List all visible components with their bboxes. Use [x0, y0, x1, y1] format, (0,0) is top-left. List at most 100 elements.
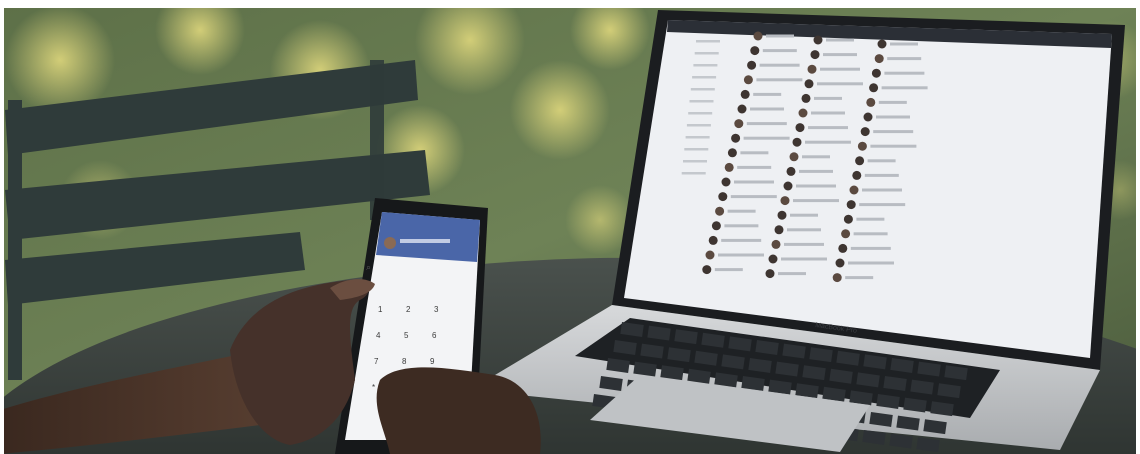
contact-name-placeholder: [750, 107, 784, 111]
contact-avatar: [740, 89, 750, 99]
contact-avatar: [727, 148, 737, 158]
contact-name-placeholder: [864, 173, 899, 177]
contact-name-placeholder: [850, 246, 891, 250]
contact-avatar: [860, 127, 870, 137]
contact-name-placeholder: [796, 184, 836, 188]
contact-avatar: [743, 75, 753, 85]
contact-avatar: [801, 93, 811, 103]
contact-name-placeholder: [799, 169, 833, 173]
contact-avatar: [721, 177, 731, 187]
contact-avatar: [857, 141, 867, 151]
contact-name-placeholder: [817, 82, 863, 86]
photo-scene: MacBook Pro ⌕ 123456789*0#: [0, 0, 1140, 454]
contact-avatar: [832, 273, 842, 283]
contact-avatar: [715, 206, 725, 216]
contact-name-placeholder: [781, 257, 827, 261]
contact-avatar: [737, 104, 747, 114]
dial-key: 4: [376, 331, 381, 340]
contact-avatar: [750, 46, 760, 56]
contact-name-placeholder: [873, 130, 914, 134]
contact-name-placeholder: [737, 165, 772, 169]
contact-avatar: [863, 112, 873, 122]
contact-avatar: [846, 200, 856, 210]
contact-name-placeholder: [730, 195, 777, 199]
contact-avatar: [869, 83, 879, 93]
contact-avatar: [810, 50, 820, 60]
contact-name-placeholder: [878, 100, 907, 104]
contact-avatar: [783, 181, 793, 191]
dial-key: 3: [434, 305, 439, 314]
contact-avatar: [877, 39, 887, 49]
contact-name-placeholder: [820, 67, 860, 71]
contact-avatar: [795, 123, 805, 133]
contact-avatar: [771, 239, 781, 249]
sidebar-placeholder: [684, 148, 709, 151]
sidebar-placeholder: [681, 172, 706, 175]
contact-avatar: [731, 133, 741, 143]
sidebar-placeholder: [693, 64, 718, 67]
sidebar-placeholder: [689, 100, 714, 103]
contact-avatar: [855, 156, 865, 166]
sidebar-placeholder: [694, 52, 719, 55]
contact-avatar: [874, 54, 884, 64]
contact-avatar: [734, 119, 744, 129]
sidebar-placeholder: [692, 76, 717, 79]
contact-name-placeholder: [881, 86, 928, 90]
contact-avatar: [753, 31, 763, 41]
contact-name-placeholder: [811, 111, 845, 115]
contact-name-placeholder: [890, 42, 918, 46]
contact-name-placeholder: [845, 276, 874, 280]
frame-right: [1136, 0, 1140, 454]
contact-name-placeholder: [759, 63, 800, 67]
contact-avatar: [838, 243, 848, 253]
contact-name-placeholder: [762, 49, 797, 53]
contact-avatar: [711, 221, 721, 231]
contact-name-placeholder: [876, 115, 910, 119]
dial-key: 7: [374, 357, 379, 366]
contact-avatar: [747, 60, 757, 70]
contact-name-placeholder: [867, 159, 896, 163]
contact-name-placeholder: [740, 151, 769, 155]
contact-avatar: [792, 137, 802, 147]
contact-name-placeholder: [721, 238, 762, 242]
dial-key: 8: [402, 357, 407, 366]
contact-name-placeholder: [756, 78, 803, 82]
contact-name-placeholder: [790, 213, 818, 217]
sidebar-placeholder: [688, 112, 713, 115]
search-icon: ⌕: [366, 262, 371, 272]
contact-name-placeholder: [714, 268, 743, 272]
contact-avatar: [786, 166, 796, 176]
contact-avatar: [804, 79, 814, 89]
contact-avatar: [871, 68, 881, 78]
contact-avatar: [813, 35, 823, 45]
sidebar-placeholder: [683, 160, 707, 163]
contact-avatar: [780, 196, 790, 206]
contact-name-placeholder: [808, 126, 848, 130]
contact-name-placeholder: [887, 57, 922, 61]
contact-avatar: [841, 229, 851, 239]
contact-name-placeholder: [826, 38, 854, 42]
dial-key: 9: [430, 357, 435, 366]
dial-key: 5: [404, 331, 409, 340]
contact-name-placeholder: [724, 224, 759, 228]
contact-avatar: [798, 108, 808, 118]
sidebar-placeholder: [696, 40, 720, 43]
contact-name-placeholder: [805, 140, 851, 144]
contact-name-placeholder: [743, 136, 790, 140]
sidebar-placeholder: [686, 124, 711, 127]
phone-app-header: [376, 212, 480, 262]
contact-name-placeholder: [734, 180, 774, 184]
contact-avatar: [777, 210, 787, 220]
dial-key: 6: [432, 331, 437, 340]
contact-name-placeholder: [853, 232, 888, 236]
contact-name-placeholder: [784, 242, 824, 246]
frame-top: [0, 0, 1140, 8]
contact-avatar: [708, 235, 718, 245]
contact-name-placeholder: [793, 199, 839, 203]
sidebar-placeholder: [685, 136, 710, 139]
contact-name-placeholder: [718, 253, 764, 257]
contact-name-placeholder: [802, 155, 830, 159]
contact-avatar: [835, 258, 845, 268]
contact-avatar: [789, 152, 799, 162]
contact-name-placeholder: [848, 261, 894, 265]
